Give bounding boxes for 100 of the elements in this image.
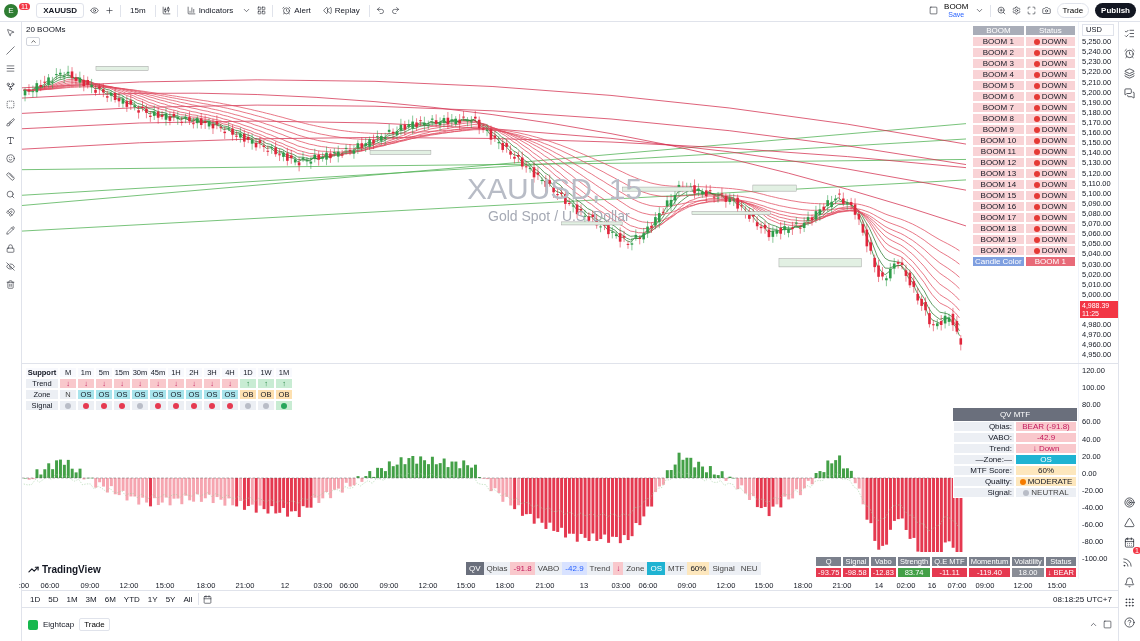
calendar-icon[interactable] [1124, 537, 1135, 548]
publish-button[interactable]: Publish [1095, 3, 1136, 18]
table-cell: BOOM 5 [972, 80, 1025, 91]
pencil-icon[interactable] [6, 226, 15, 235]
camera-icon[interactable] [1041, 6, 1051, 15]
range-button[interactable]: 3M [83, 593, 99, 605]
status-text: DOWN [1041, 48, 1067, 57]
signal-icon[interactable] [1122, 557, 1134, 568]
status-dot [1033, 126, 1040, 133]
strip-value: QV [466, 562, 484, 575]
lock-icon[interactable] [6, 244, 15, 253]
caret-icon[interactable] [974, 6, 984, 15]
status-text: DOWN [1041, 180, 1067, 189]
fullscreen-icon[interactable] [1026, 6, 1036, 15]
caret-icon[interactable] [242, 6, 252, 15]
trade-button[interactable]: Trade [1056, 3, 1090, 18]
table-cell: BOOM 7 [972, 102, 1025, 113]
eye-icon[interactable] [90, 6, 100, 15]
candles-icon[interactable] [161, 6, 171, 15]
table-cell: 60% [1015, 465, 1077, 476]
square-icon[interactable] [929, 6, 939, 15]
chevron-up-icon[interactable] [1089, 620, 1098, 629]
status-text: DOWN [1041, 37, 1067, 46]
layers-icon[interactable] [1124, 68, 1135, 79]
table-cell: BOOM 1 [1024, 256, 1076, 267]
bell-icon[interactable] [1124, 577, 1135, 588]
rectangle-icon[interactable] [6, 100, 15, 109]
cursor-icon[interactable] [6, 28, 15, 37]
indicators-button[interactable]: Indicators [183, 4, 237, 17]
status-dot [1033, 148, 1040, 155]
zoom-icon[interactable] [6, 190, 15, 199]
templates-icon[interactable] [257, 6, 267, 15]
triangle-icon[interactable] [1124, 517, 1135, 528]
strip-value: -91.8 [510, 562, 535, 575]
table-cell: BOOM 9 [972, 124, 1025, 135]
table-header: BOOM [972, 25, 1025, 36]
magnet-icon[interactable] [6, 208, 15, 217]
apps-icon[interactable] [1124, 597, 1135, 608]
interval-button[interactable]: 15m [127, 4, 149, 17]
alarm-icon [282, 6, 292, 15]
strip-label: Zone [623, 562, 648, 575]
status-text: DOWN [1041, 59, 1067, 68]
lines-icon[interactable] [6, 64, 15, 73]
range-button[interactable]: 1Y [145, 593, 160, 605]
undo-icon[interactable] [375, 6, 385, 15]
alarm-icon[interactable] [1124, 48, 1135, 59]
status-dot [1033, 115, 1040, 122]
table-cell: -42.9 [1015, 432, 1077, 443]
fork-icon[interactable] [6, 82, 15, 91]
user-avatar[interactable]: E [4, 3, 18, 18]
range-button[interactable]: 1D [28, 593, 43, 605]
table-cell: MODERATE [1027, 477, 1073, 486]
status-dot [1033, 159, 1040, 166]
smiley-icon[interactable] [6, 154, 15, 163]
range-button[interactable]: YTD [121, 593, 142, 605]
status-dot [1033, 82, 1040, 89]
range-button[interactable]: All [181, 593, 195, 605]
collapse-button[interactable] [26, 37, 40, 46]
status-dot [1033, 104, 1040, 111]
search-icon[interactable] [996, 6, 1006, 15]
eye-off-icon[interactable] [6, 262, 15, 271]
table-cell: BOOM 15 [972, 190, 1025, 201]
range-button[interactable]: 5D [46, 593, 61, 605]
row-label: Signal: [953, 487, 1015, 498]
status-dot [1033, 137, 1040, 144]
watchlist-icon[interactable] [1124, 28, 1135, 39]
trade-button[interactable]: Trade [79, 618, 110, 631]
table-cell: BOOM 6 [972, 91, 1025, 102]
symbol-search[interactable]: XAUUSD [36, 3, 85, 18]
strip-label: Qbias [483, 562, 511, 575]
table-cell: Candle Color [972, 256, 1025, 267]
replay-button[interactable]: Replay [319, 4, 363, 17]
strip-value: NEU [737, 562, 761, 575]
range-button[interactable]: 1M [64, 593, 80, 605]
status-text: DOWN [1041, 70, 1067, 79]
maximize-icon[interactable] [1103, 620, 1112, 629]
range-button[interactable]: 6M [102, 593, 118, 605]
status-text: DOWN [1041, 169, 1067, 178]
chat-icon[interactable] [1124, 88, 1135, 99]
settings-icon[interactable] [1011, 6, 1021, 15]
add-symbol-icon[interactable] [105, 6, 115, 15]
status-text: DOWN [1041, 213, 1067, 222]
table-cell: BOOM 2 [972, 47, 1025, 58]
strip-value: 60% [687, 562, 710, 575]
ruler-icon[interactable] [6, 172, 15, 181]
table-cell: BOOM 11 [972, 146, 1025, 157]
range-button[interactable]: 5Y [163, 593, 178, 605]
help-icon[interactable] [1124, 617, 1135, 628]
text-icon[interactable] [6, 136, 15, 145]
brush-icon[interactable] [6, 118, 15, 127]
calendar-icon[interactable] [203, 594, 213, 604]
redo-icon[interactable] [390, 6, 400, 15]
table-cell: BOOM 14 [972, 179, 1025, 190]
trend-line-icon[interactable] [6, 46, 15, 55]
strip-value: OS [647, 562, 665, 575]
trash-icon[interactable] [6, 280, 15, 289]
target-icon[interactable] [1124, 497, 1135, 508]
quality-dot [1019, 478, 1026, 485]
status-text: DOWN [1041, 81, 1067, 90]
alert-button[interactable]: Alert [279, 4, 314, 17]
